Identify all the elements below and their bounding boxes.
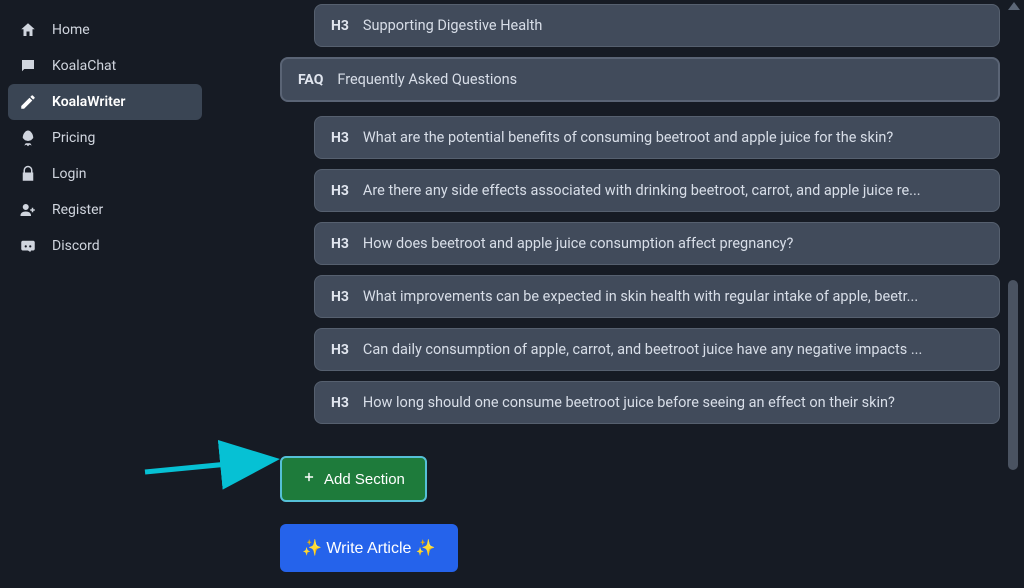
heading-tag: FAQ: [298, 72, 323, 88]
sidebar: Home KoalaChat KoalaWriter Pricing Login…: [0, 0, 210, 588]
nav-label: Register: [52, 202, 103, 218]
nav-koalawriter[interactable]: KoalaWriter: [8, 84, 202, 120]
edit-icon: [18, 93, 38, 111]
rocket-icon: [18, 129, 38, 147]
heading-tag: H3: [331, 289, 349, 305]
add-section-label: Add Section: [324, 471, 405, 488]
lock-icon: [18, 165, 38, 183]
nav-register[interactable]: Register: [8, 192, 202, 228]
write-article-button[interactable]: ✨ Write Article ✨: [280, 524, 458, 572]
heading-text: Can daily consumption of apple, carrot, …: [363, 341, 922, 358]
nav-login[interactable]: Login: [8, 156, 202, 192]
nav-discord[interactable]: Discord: [8, 228, 202, 264]
heading-text: Are there any side effects associated wi…: [363, 182, 921, 199]
main-content: H3 Supporting Digestive Health FAQ Frequ…: [280, 0, 1000, 588]
outline-h3-question[interactable]: H3 What are the potential benefits of con…: [314, 116, 1000, 159]
nav-label: Discord: [52, 238, 100, 254]
heading-tag: H3: [331, 395, 349, 411]
heading-tag: H3: [331, 183, 349, 199]
heading-text: What improvements can be expected in ski…: [363, 288, 918, 305]
discord-icon: [18, 237, 38, 255]
scrollbar-thumb[interactable]: [1008, 280, 1018, 470]
plus-icon: [302, 470, 316, 488]
heading-text: How does beetroot and apple juice consum…: [363, 235, 793, 252]
outline-h3-question[interactable]: H3 How does beetroot and apple juice cons…: [314, 222, 1000, 265]
nav-label: KoalaWriter: [52, 94, 125, 110]
heading-tag: H3: [331, 236, 349, 252]
outline-h3-digestive[interactable]: H3 Supporting Digestive Health: [314, 4, 1000, 47]
heading-tag: H3: [331, 18, 349, 34]
nav-pricing[interactable]: Pricing: [8, 120, 202, 156]
user-plus-icon: [18, 201, 38, 219]
nav-label: Pricing: [52, 130, 95, 146]
nav-home[interactable]: Home: [8, 12, 202, 48]
nav-label: Home: [52, 22, 90, 38]
outline-faq[interactable]: FAQ Frequently Asked Questions: [280, 57, 1000, 102]
outline-h3-question[interactable]: H3 Are there any side effects associated …: [314, 169, 1000, 212]
heading-tag: H3: [331, 342, 349, 358]
write-article-label: ✨ Write Article ✨: [302, 540, 436, 557]
heading-text: Frequently Asked Questions: [337, 71, 517, 88]
add-section-button[interactable]: Add Section: [280, 456, 427, 502]
nav-label: Login: [52, 166, 87, 182]
nav-koalachat[interactable]: KoalaChat: [8, 48, 202, 84]
nav-label: KoalaChat: [52, 58, 116, 74]
heading-tag: H3: [331, 130, 349, 146]
outline-h3-question[interactable]: H3 What improvements can be expected in s…: [314, 275, 1000, 318]
scroll-up-icon[interactable]: [1008, 2, 1020, 10]
outline-h3-question[interactable]: H3 How long should one consume beetroot j…: [314, 381, 1000, 424]
outline-h3-question[interactable]: H3 Can daily consumption of apple, carrot…: [314, 328, 1000, 371]
heading-text: What are the potential benefits of consu…: [363, 129, 893, 146]
chat-icon: [18, 57, 38, 75]
heading-text: Supporting Digestive Health: [363, 17, 542, 34]
heading-text: How long should one consume beetroot jui…: [363, 394, 895, 411]
home-icon: [18, 21, 38, 39]
